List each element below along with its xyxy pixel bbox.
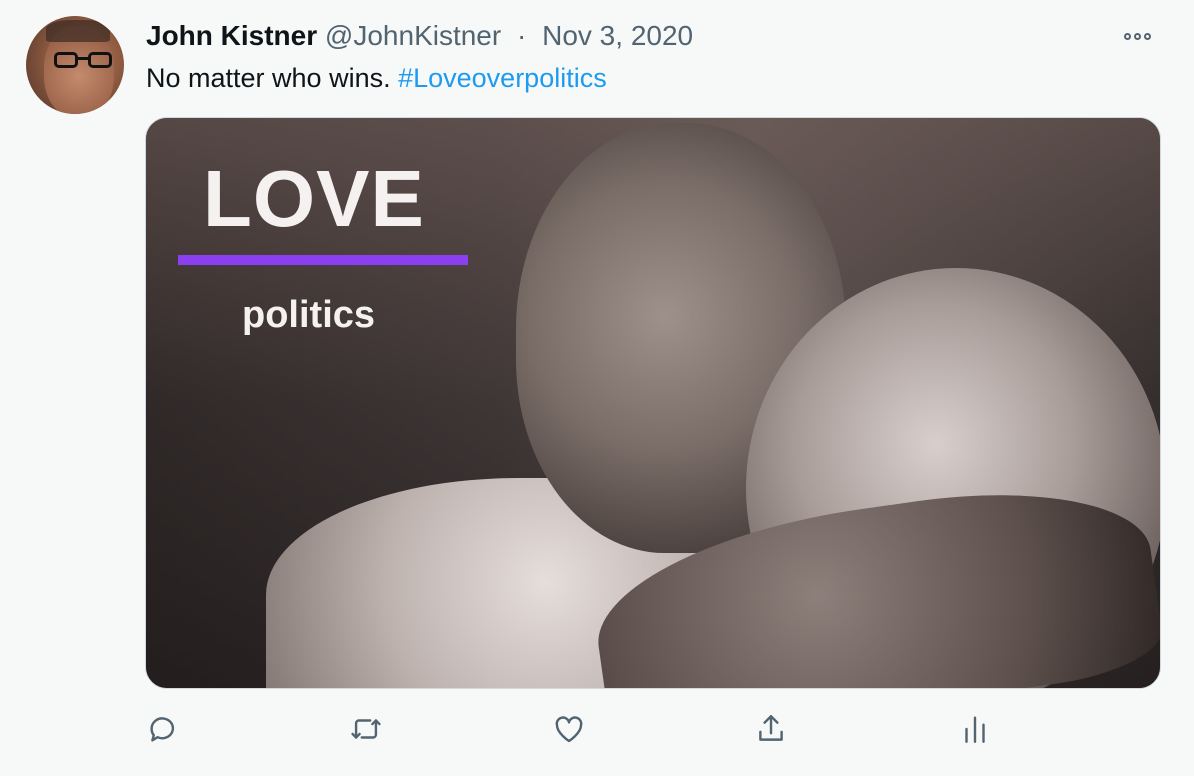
tweet-text-body: No matter who wins. (146, 63, 399, 93)
like-icon[interactable] (549, 706, 589, 752)
header-separator: · (517, 20, 527, 51)
more-options-icon[interactable] (1124, 28, 1160, 44)
tweet-media-image[interactable]: LOVE politics (145, 117, 1161, 689)
media-accent-bar (178, 255, 468, 265)
avatar[interactable] (26, 16, 124, 114)
tweet-header: John Kistner @JohnKistner · Nov 3, 2020 (146, 18, 693, 54)
author-name[interactable]: John Kistner (146, 20, 317, 51)
avatar-hair (46, 20, 110, 42)
media-subline: politics (242, 294, 376, 336)
analytics-icon[interactable] (955, 706, 995, 752)
tweet-text: No matter who wins. #Loveoverpolitics (146, 60, 607, 96)
tweet: John Kistner @JohnKistner · Nov 3, 2020 … (0, 0, 1194, 776)
avatar-glasses (54, 52, 116, 70)
author-handle[interactable]: @JohnKistner (325, 20, 501, 51)
retweet-icon[interactable] (346, 706, 386, 752)
reply-icon[interactable] (143, 706, 183, 752)
tweet-actions (0, 706, 1194, 756)
share-icon[interactable] (751, 706, 791, 752)
media-headline: LOVE (203, 154, 425, 243)
hashtag-link[interactable]: #Loveoverpolitics (398, 63, 607, 93)
tweet-date[interactable]: Nov 3, 2020 (542, 20, 693, 51)
